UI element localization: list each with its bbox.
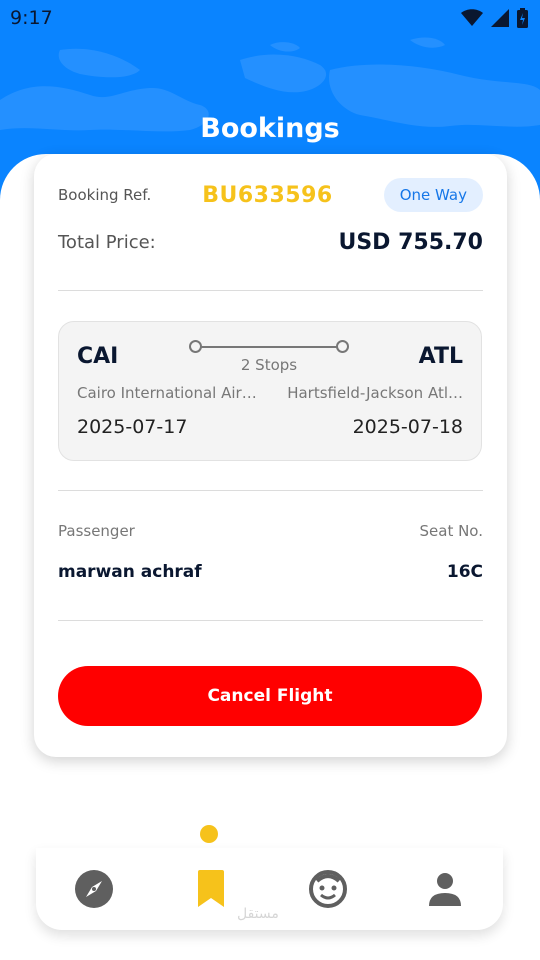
status-bar: 9:17 <box>0 0 540 36</box>
wifi-icon <box>461 9 483 26</box>
flight-summary: CAI ATL 2 Stops Cairo International Air…… <box>58 321 482 461</box>
nav-explore[interactable] <box>64 859 124 919</box>
person-icon <box>428 873 461 906</box>
bookmark-icon <box>198 870 225 907</box>
origin-airport: Cairo International Air… <box>77 384 257 402</box>
nav-bookings[interactable] <box>181 859 241 919</box>
price-row: Total Price: USD 755.70 <box>58 230 483 255</box>
passenger-label: Passenger <box>58 522 135 540</box>
destination-code: ATL <box>418 344 463 369</box>
origin-code: CAI <box>77 344 119 369</box>
smiley-face-icon <box>308 870 347 908</box>
page-title: Bookings <box>200 113 340 144</box>
battery-icon <box>517 8 528 28</box>
booking-ref-value: BU633596 <box>202 182 333 208</box>
booking-ref-label: Booking Ref. <box>58 186 152 204</box>
divider <box>58 290 483 291</box>
divider <box>58 620 483 621</box>
origin-dot <box>189 340 202 353</box>
world-map-decoration <box>0 37 540 132</box>
stops-count: 2 Stops <box>240 356 298 374</box>
total-price-label: Total Price: <box>58 232 156 253</box>
divider <box>58 490 483 491</box>
nav-kids[interactable] <box>298 859 358 919</box>
trip-type-badge: One Way <box>383 178 483 212</box>
status-icons <box>461 8 528 28</box>
destination-dot <box>336 340 349 353</box>
route-connector <box>195 346 343 348</box>
passenger-name: marwan achraf <box>58 562 202 582</box>
booking-card: Booking Ref. BU633596 One Way Total Pric… <box>34 154 507 757</box>
passenger-label-row: Passenger Seat No. <box>58 522 483 540</box>
destination-airport: Hartsfield-Jackson Atl… <box>287 384 463 402</box>
passenger-value-row: marwan achraf 16C <box>58 562 483 582</box>
departure-date: 2025-07-17 <box>77 416 188 438</box>
compass-icon <box>75 870 114 908</box>
cancel-flight-button[interactable]: Cancel Flight <box>58 666 482 726</box>
route-line <box>189 340 349 354</box>
signal-icon <box>491 9 509 27</box>
seat-label: Seat No. <box>419 522 484 540</box>
status-time: 9:17 <box>10 7 53 29</box>
nav-profile[interactable] <box>415 859 475 919</box>
watermark-logo: مستقل <box>237 906 279 922</box>
active-tab-indicator <box>200 825 218 843</box>
total-price-value: USD 755.70 <box>338 230 483 255</box>
arrival-date: 2025-07-18 <box>352 416 463 438</box>
booking-ref-row: Booking Ref. BU633596 One Way <box>58 178 483 212</box>
seat-number: 16C <box>446 562 483 582</box>
